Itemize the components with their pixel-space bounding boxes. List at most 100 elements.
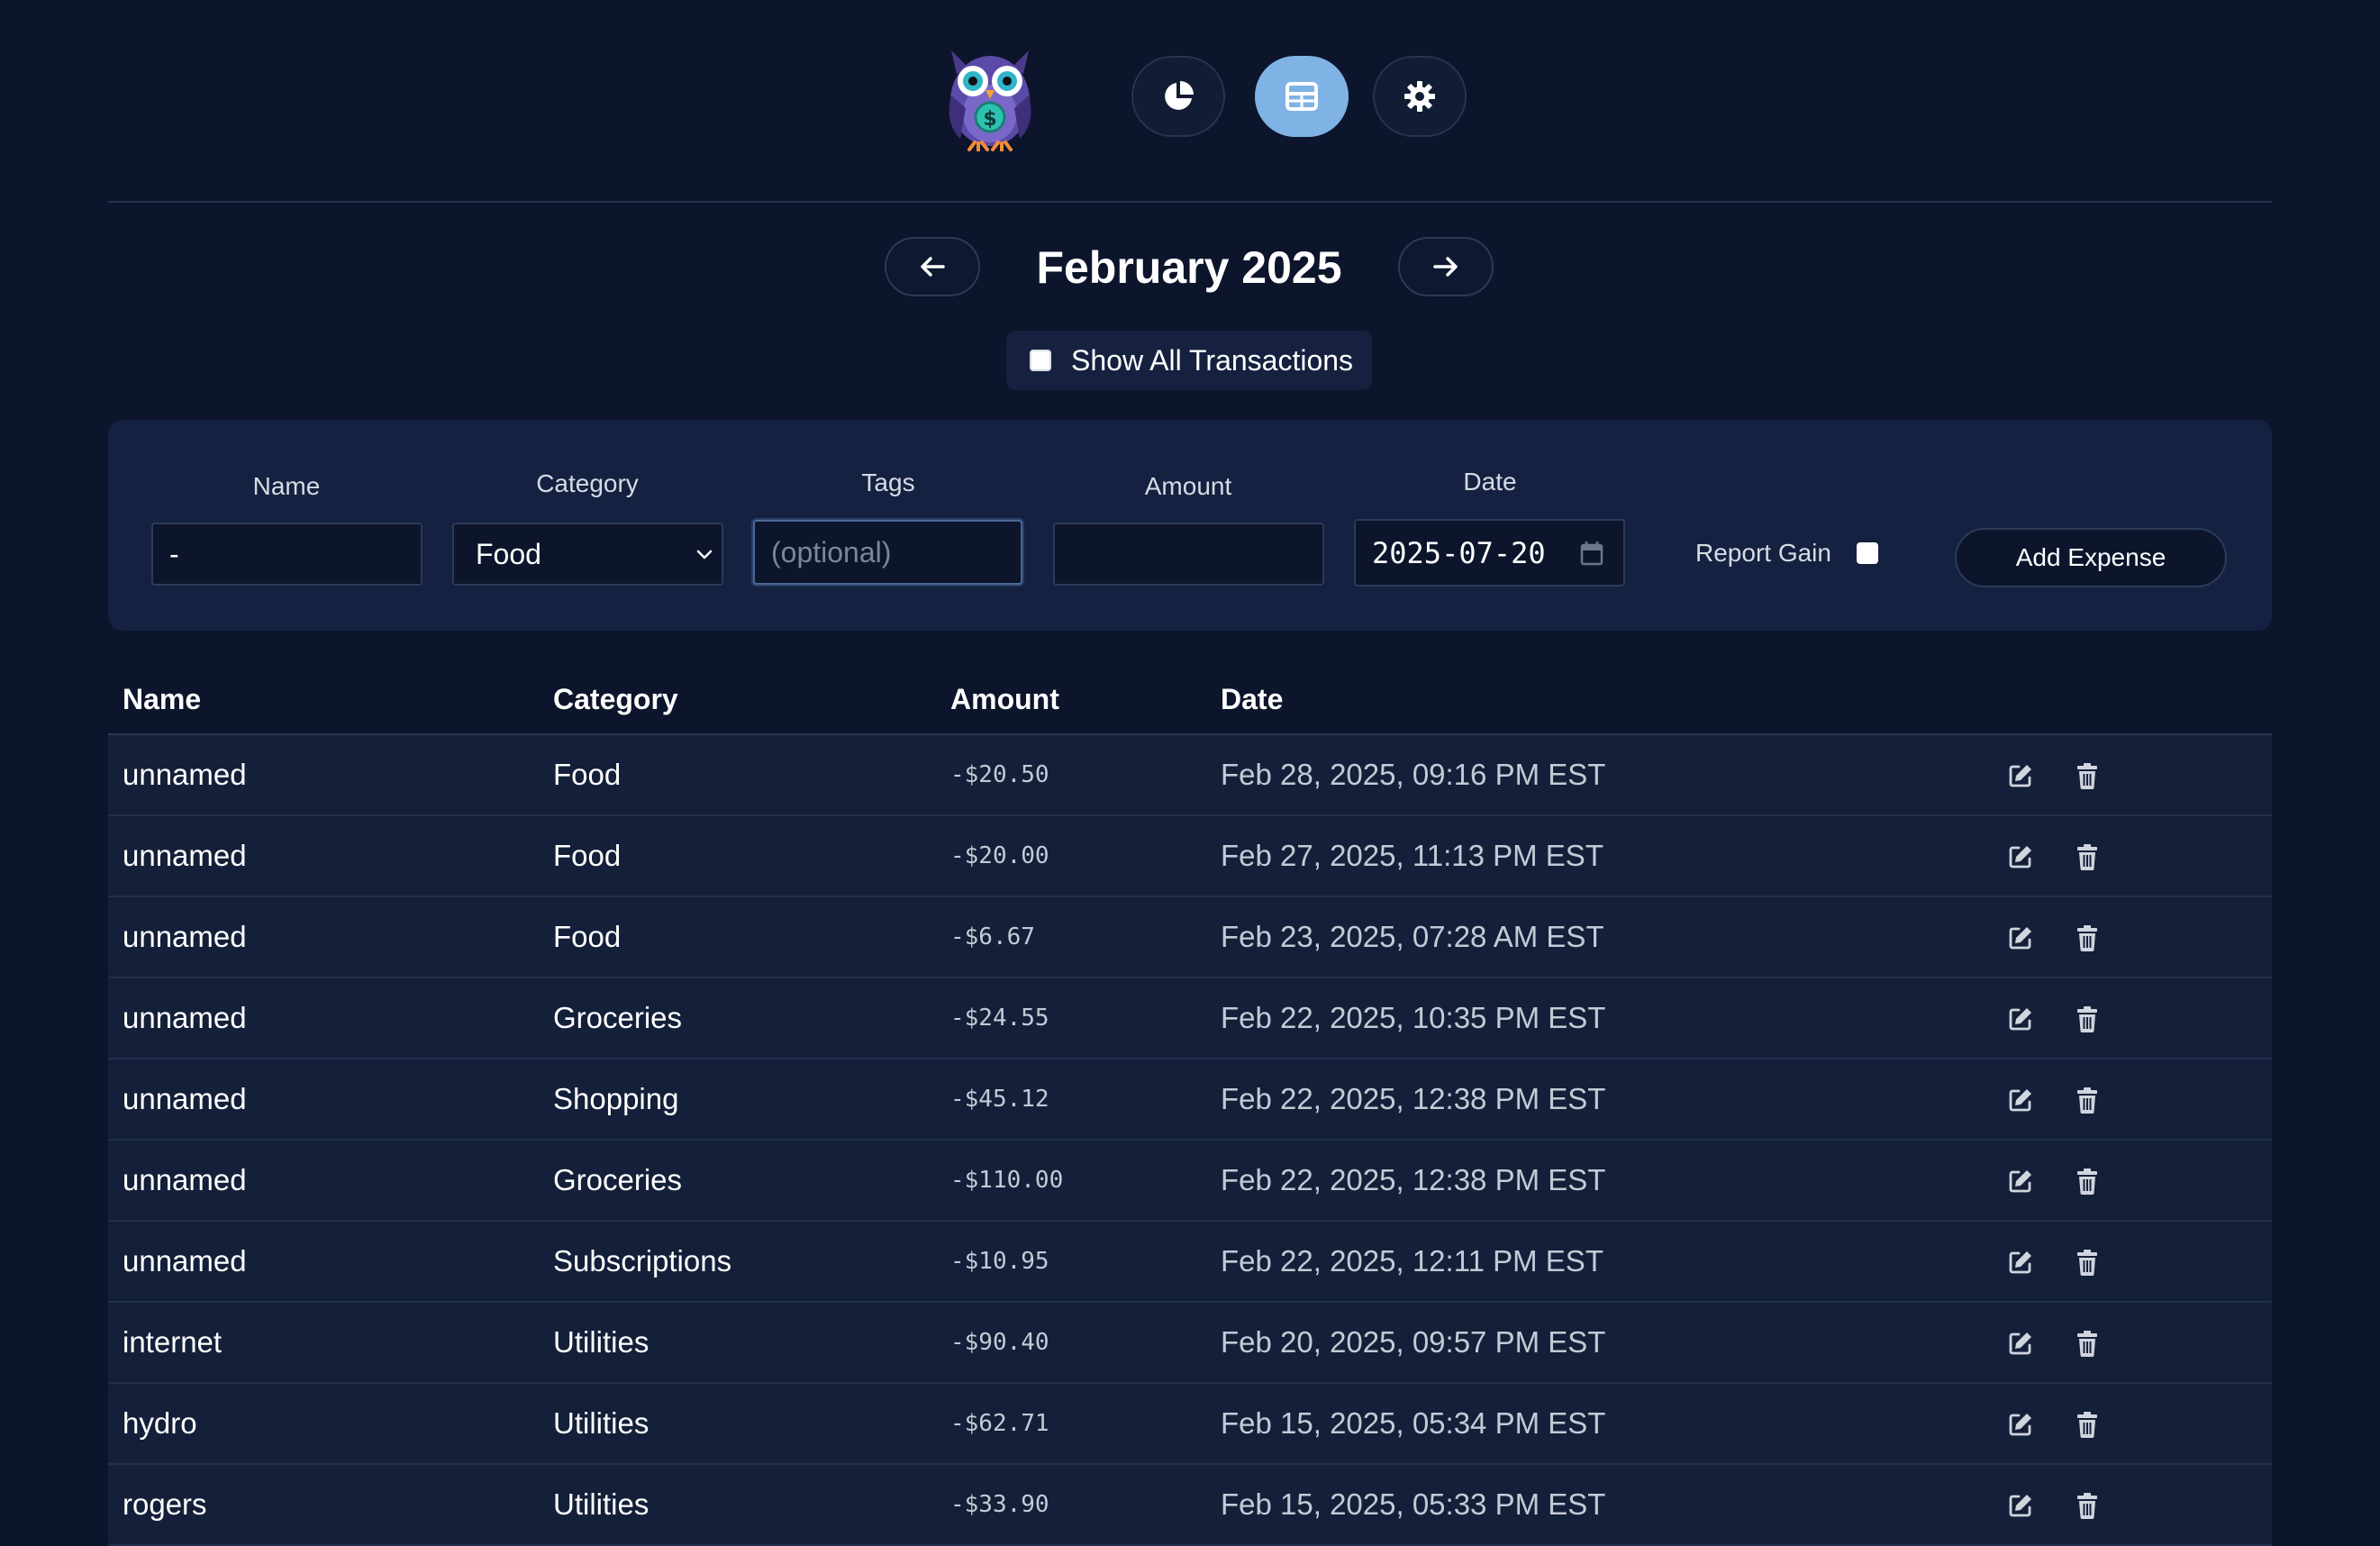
- trash-icon[interactable]: [2076, 843, 2099, 875]
- table-icon: [1285, 82, 1318, 111]
- amount-label: Amount: [1144, 472, 1232, 500]
- pie-chart-icon: [1165, 81, 1194, 110]
- row-amount: -$10.95: [950, 1248, 1049, 1275]
- svg-text:$: $: [983, 108, 996, 131]
- edit-icon[interactable]: [2007, 1087, 2034, 1118]
- header-category: Category: [553, 683, 678, 715]
- date-label: Date: [1463, 468, 1517, 496]
- edit-icon[interactable]: [2007, 1168, 2034, 1199]
- report-gain-checkbox[interactable]: [1857, 542, 1878, 564]
- row-amount: -$24.55: [950, 1005, 1049, 1032]
- arrow-right-icon: [1433, 257, 1458, 277]
- header-amount: Amount: [950, 683, 1059, 715]
- settings-nav-button[interactable]: [1373, 56, 1467, 137]
- table-row: unnamed Groceries -$110.00 Feb 22, 2025, 12…: [108, 1141, 2272, 1222]
- row-date: Feb 22, 2025, 12:11 PM EST: [1221, 1244, 1603, 1278]
- row-category: Shopping: [553, 1082, 679, 1115]
- row-name: unnamed: [123, 920, 247, 953]
- row-name: unnamed: [123, 1163, 247, 1196]
- category-label: Category: [536, 469, 639, 497]
- trash-icon[interactable]: [2076, 924, 2099, 956]
- row-date: Feb 22, 2025, 12:38 PM EST: [1221, 1082, 1606, 1115]
- table-body: unnamed Food -$20.50 Feb 28, 2025, 09:16 PM…: [108, 735, 2272, 1546]
- show-all-transactions-toggle[interactable]: Show All Transactions: [1006, 331, 1372, 390]
- row-date: Feb 20, 2025, 09:57 PM EST: [1221, 1325, 1606, 1359]
- gear-icon: [1404, 81, 1435, 112]
- row-category: Utilities: [553, 1325, 650, 1359]
- edit-icon[interactable]: [2007, 843, 2034, 875]
- row-category: Food: [553, 758, 622, 791]
- calendar-icon[interactable]: [1580, 541, 1603, 566]
- row-category: Groceries: [553, 1163, 683, 1196]
- edit-icon[interactable]: [2007, 1411, 2034, 1442]
- row-date: Feb 15, 2025, 05:33 PM EST: [1221, 1487, 1606, 1521]
- next-month-button[interactable]: [1398, 237, 1494, 296]
- row-amount: -$20.50: [950, 761, 1049, 788]
- table-nav-button[interactable]: [1255, 56, 1349, 137]
- row-category: Subscriptions: [553, 1244, 732, 1278]
- table-row: internet Utilities -$90.40 Feb 20, 2025, 09…: [108, 1303, 2272, 1384]
- row-amount: -$45.12: [950, 1086, 1049, 1113]
- amount-input[interactable]: [1053, 523, 1324, 586]
- row-amount: -$110.00: [950, 1167, 1064, 1194]
- row-category: Utilities: [553, 1406, 650, 1440]
- chevron-down-icon: [696, 550, 713, 559]
- row-category: Groceries: [553, 1001, 683, 1034]
- trash-icon[interactable]: [2076, 1330, 2099, 1361]
- prev-month-button[interactable]: [885, 237, 980, 296]
- trash-icon[interactable]: [2076, 1249, 2099, 1280]
- table-header: Name Category Amount Date: [108, 667, 2272, 735]
- report-gain-label: Report Gain: [1695, 539, 1831, 567]
- month-title: February 2025: [1036, 242, 1342, 293]
- category-select[interactable]: Food: [452, 523, 723, 586]
- row-amount: -$90.40: [950, 1329, 1049, 1356]
- tags-label: Tags: [861, 468, 915, 496]
- row-category: Food: [553, 839, 622, 872]
- row-date: Feb 27, 2025, 11:13 PM EST: [1221, 839, 1603, 872]
- name-input-value: -: [169, 537, 179, 570]
- row-amount: -$62.71: [950, 1410, 1049, 1437]
- trash-icon[interactable]: [2076, 1168, 2099, 1199]
- trash-icon[interactable]: [2076, 1005, 2099, 1037]
- row-amount: -$6.67: [950, 923, 1035, 950]
- trash-icon[interactable]: [2076, 1411, 2099, 1442]
- table-row: unnamed Shopping -$45.12 Feb 22, 2025, 12:3…: [108, 1059, 2272, 1141]
- row-date: Feb 28, 2025, 09:16 PM EST: [1221, 758, 1606, 791]
- show-all-checkbox[interactable]: [1030, 350, 1051, 371]
- row-name: internet: [123, 1325, 223, 1359]
- edit-icon[interactable]: [2007, 1492, 2034, 1523]
- edit-icon[interactable]: [2007, 924, 2034, 956]
- date-input[interactable]: 2025-07-20: [1354, 519, 1625, 587]
- tags-input[interactable]: (optional): [753, 520, 1022, 585]
- row-amount: -$20.00: [950, 842, 1049, 869]
- edit-icon[interactable]: [2007, 1005, 2034, 1037]
- charts-nav-button[interactable]: [1131, 56, 1225, 137]
- row-name: unnamed: [123, 839, 247, 872]
- table-row: hydro Utilities -$62.71 Feb 15, 2025, 05:34…: [108, 1384, 2272, 1465]
- name-input[interactable]: -: [151, 523, 422, 586]
- add-expense-button[interactable]: Add Expense: [1955, 528, 2227, 587]
- table-row: unnamed Food -$6.67 Feb 23, 2025, 07:28 AM …: [108, 897, 2272, 978]
- row-date: Feb 15, 2025, 05:34 PM EST: [1221, 1406, 1606, 1440]
- tags-input-placeholder: (optional): [771, 535, 892, 568]
- transactions-table: Name Category Amount Date unnamed Food -$2…: [108, 667, 2272, 1546]
- table-row: unnamed Food -$20.50 Feb 28, 2025, 09:16 PM…: [108, 735, 2272, 816]
- header-divider: [108, 201, 2272, 203]
- edit-icon[interactable]: [2007, 762, 2034, 794]
- top-nav: $: [0, 0, 2380, 202]
- row-name: hydro: [123, 1406, 197, 1440]
- arrow-left-icon: [921, 257, 945, 277]
- row-name: unnamed: [123, 1001, 247, 1034]
- row-name: rogers: [123, 1487, 207, 1521]
- edit-icon[interactable]: [2007, 1249, 2034, 1280]
- row-name: unnamed: [123, 1244, 247, 1278]
- trash-icon[interactable]: [2076, 1087, 2099, 1118]
- row-amount: -$33.90: [950, 1491, 1049, 1518]
- row-date: Feb 23, 2025, 07:28 AM EST: [1221, 920, 1604, 953]
- table-row: unnamed Groceries -$24.55 Feb 22, 2025, 10:…: [108, 978, 2272, 1059]
- trash-icon[interactable]: [2076, 762, 2099, 794]
- table-row: unnamed Subscriptions -$10.95 Feb 22, 2025,…: [108, 1222, 2272, 1303]
- edit-icon[interactable]: [2007, 1330, 2034, 1361]
- row-category: Food: [553, 920, 622, 953]
- trash-icon[interactable]: [2076, 1492, 2099, 1523]
